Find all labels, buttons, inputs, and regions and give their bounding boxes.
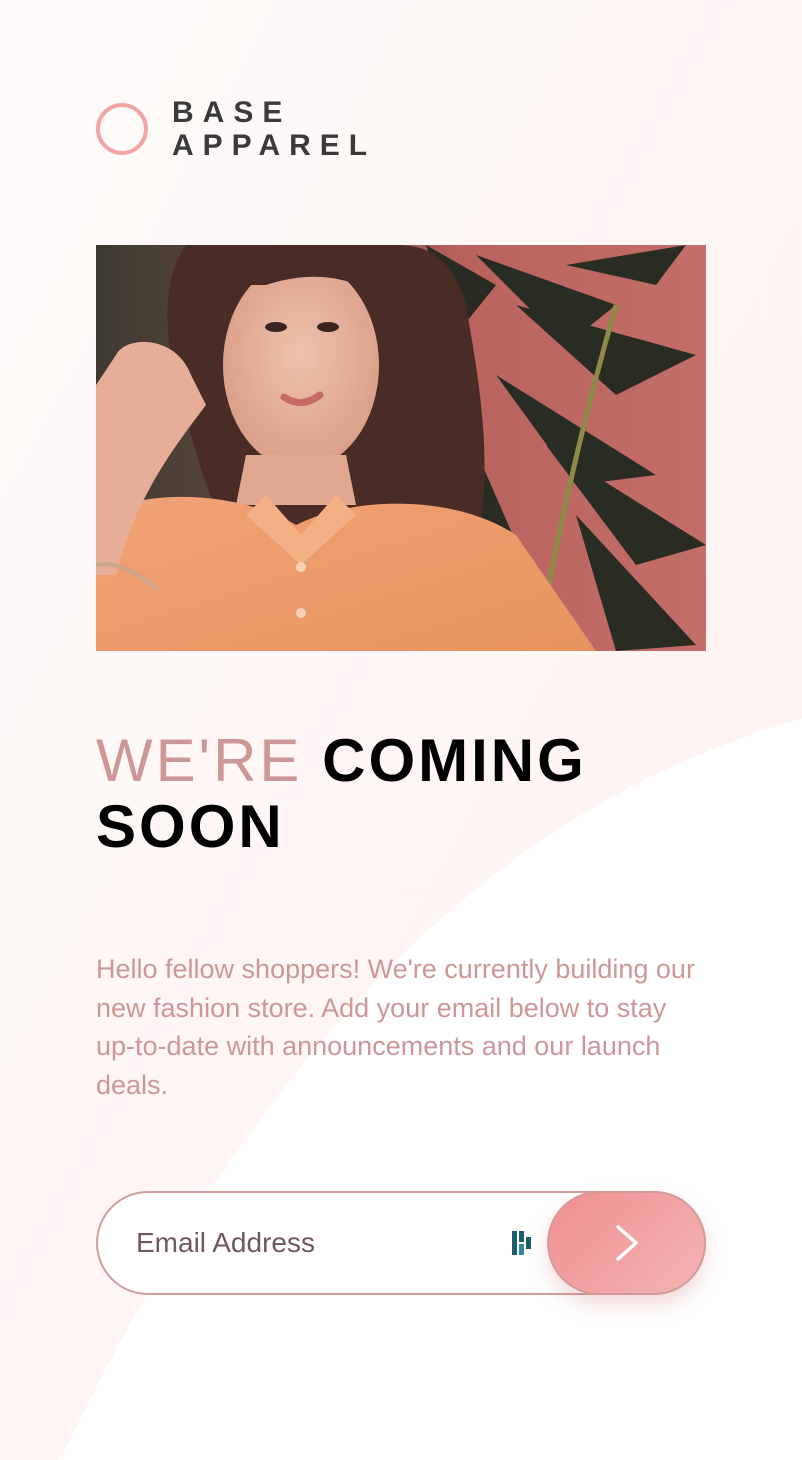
title-light-word: WE'RE xyxy=(96,727,303,794)
email-signup-form xyxy=(96,1191,706,1295)
intro-description: Hello fellow shoppers! We're currently b… xyxy=(96,954,695,1100)
logo-circle-icon xyxy=(96,103,148,155)
chevron-right-icon xyxy=(615,1225,638,1261)
page-title: WE'RE COMING SOON xyxy=(96,728,706,860)
title-bold-word2: SOON xyxy=(96,793,285,860)
brand-logo[interactable]: BASE APPAREL xyxy=(96,96,376,162)
brand-name-line1: BASE xyxy=(172,96,292,129)
brand-name-line2: APPAREL xyxy=(172,129,377,162)
hero-image xyxy=(96,245,706,651)
submit-button[interactable] xyxy=(547,1191,706,1295)
password-manager-icon[interactable] xyxy=(512,1229,536,1257)
title-bold-word1: COMING xyxy=(322,727,587,794)
brand-name: BASE APPAREL xyxy=(172,96,376,162)
